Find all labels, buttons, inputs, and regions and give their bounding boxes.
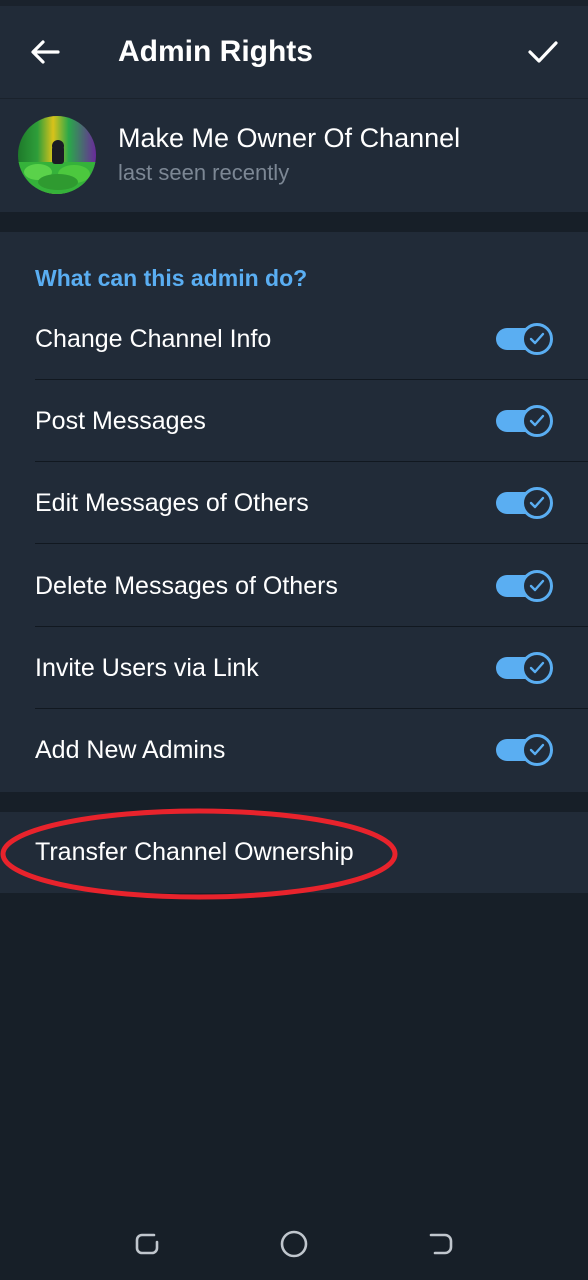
home-circle-icon bbox=[280, 1230, 308, 1258]
page-title: Admin Rights bbox=[118, 35, 313, 68]
avatar bbox=[18, 116, 96, 194]
section-divider bbox=[0, 792, 588, 812]
done-button[interactable] bbox=[516, 30, 570, 74]
checkmark-icon bbox=[528, 41, 558, 63]
admin-rights-screen: Admin Rights Make Me Owner Of Channel la… bbox=[0, 0, 588, 1280]
section-header: What can this admin do? bbox=[35, 265, 308, 291]
section-divider bbox=[0, 212, 588, 232]
right-label: Change Channel Info bbox=[35, 324, 272, 353]
recents-button[interactable] bbox=[127, 1224, 167, 1264]
check-icon bbox=[529, 496, 545, 509]
right-row-add-new-admins[interactable]: Add New Admins bbox=[0, 709, 588, 791]
right-row-delete-messages[interactable]: Delete Messages of Others bbox=[0, 545, 588, 627]
system-nav-bar bbox=[0, 1200, 588, 1280]
system-back-icon bbox=[429, 1233, 453, 1255]
right-label: Edit Messages of Others bbox=[35, 488, 309, 517]
admin-profile[interactable]: Make Me Owner Of Channel last seen recen… bbox=[0, 98, 588, 213]
right-label: Post Messages bbox=[35, 406, 206, 435]
right-row-invite-users[interactable]: Invite Users via Link bbox=[0, 627, 588, 709]
system-back-button[interactable] bbox=[421, 1224, 461, 1264]
check-icon bbox=[529, 579, 545, 592]
toggle-switch[interactable] bbox=[496, 652, 554, 684]
transfer-ownership-row[interactable]: Transfer Channel Ownership bbox=[0, 812, 588, 893]
toggle-switch[interactable] bbox=[496, 323, 554, 355]
right-label: Add New Admins bbox=[35, 735, 226, 764]
recents-icon bbox=[135, 1233, 159, 1255]
home-button[interactable] bbox=[274, 1224, 314, 1264]
check-icon bbox=[529, 332, 545, 345]
profile-status: last seen recently bbox=[118, 160, 290, 185]
app-bar: Admin Rights bbox=[0, 6, 588, 98]
right-row-post-messages[interactable]: Post Messages bbox=[0, 380, 588, 462]
arrow-left-icon bbox=[31, 40, 60, 64]
toggle-switch[interactable] bbox=[496, 405, 554, 437]
right-label: Delete Messages of Others bbox=[35, 571, 338, 600]
check-icon bbox=[529, 414, 545, 427]
toggle-switch[interactable] bbox=[496, 734, 554, 766]
admin-rights-list: What can this admin do? Change Channel I… bbox=[0, 232, 588, 792]
right-row-change-channel-info[interactable]: Change Channel Info bbox=[0, 298, 588, 380]
right-row-edit-messages[interactable]: Edit Messages of Others bbox=[0, 462, 588, 544]
transfer-ownership-label: Transfer Channel Ownership bbox=[35, 838, 354, 866]
check-icon bbox=[529, 661, 545, 674]
toggle-switch[interactable] bbox=[496, 487, 554, 519]
back-button[interactable] bbox=[18, 30, 72, 74]
check-icon bbox=[529, 743, 545, 756]
profile-name: Make Me Owner Of Channel bbox=[118, 123, 461, 153]
right-label: Invite Users via Link bbox=[35, 653, 259, 682]
toggle-switch[interactable] bbox=[496, 570, 554, 602]
